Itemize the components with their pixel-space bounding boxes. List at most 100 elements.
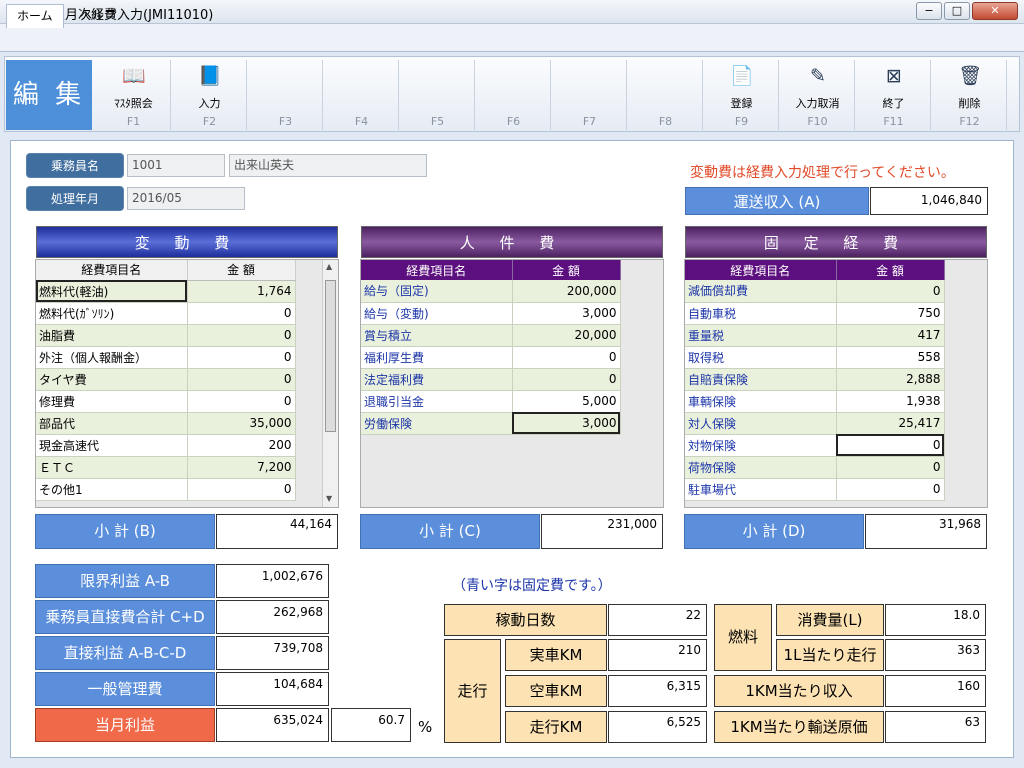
ribbon-button-f12[interactable]: 🗑 削除 F12 [932,60,1007,130]
expense-amount[interactable]: 3,000 [512,302,621,325]
per-liter-field[interactable]: 363 [885,639,986,671]
expense-amount[interactable]: 5,000 [512,390,621,413]
expense-amount[interactable]: 35,000 [187,412,296,435]
table-row[interactable]: 車輌保険 1,938 [685,390,945,413]
table-row[interactable]: 油脂費 0 [36,324,296,347]
table-row[interactable]: 取得税 558 [685,346,945,369]
direct-profit-field[interactable]: 739,708 [216,636,329,670]
tab-help[interactable]: ヘルプ [70,4,126,28]
driver-code-field[interactable]: 1001 [127,154,225,177]
table-row[interactable]: 修理費 0 [36,390,296,413]
period-label: 処理年月 [26,186,124,211]
revenue-per-km-field[interactable]: 160 [885,675,986,707]
expense-name: 燃料代(ｶﾞｿﾘﾝ) [36,302,188,325]
close-button[interactable]: ✕ [972,2,1018,20]
scroll-up-icon[interactable]: ▲ [326,262,332,271]
column-header-amount: 金 額 [836,260,945,280]
expense-amount[interactable]: 0 [187,302,296,325]
expense-amount[interactable]: 2,888 [836,368,945,391]
expense-amount[interactable]: 0 [836,434,945,457]
ribbon-button-f4[interactable]: F4 [324,60,399,130]
variable-scrollbar[interactable]: ▲ ▼ [322,260,338,507]
expense-amount[interactable]: 1,938 [836,390,945,413]
ribbon-button-f8[interactable]: F8 [628,60,703,130]
table-row[interactable]: 駐車場代 0 [685,478,945,501]
scroll-thumb[interactable] [325,280,336,432]
work-days-field[interactable]: 22 [608,604,707,636]
expense-amount[interactable]: 0 [187,324,296,347]
table-row[interactable]: 退職引当金 5,000 [361,390,621,413]
table-row[interactable]: 対物保険 0 [685,434,945,457]
expense-amount[interactable]: 0 [836,478,945,501]
revenue-field[interactable]: 1,046,840 [870,187,988,215]
table-row[interactable]: 重量税 417 [685,324,945,347]
ribbon-button-f10[interactable]: ✎ 入力取消 F10 [780,60,855,130]
table-row[interactable]: 自賠責保険 2,888 [685,368,945,391]
tab-home[interactable]: ホーム [6,4,64,28]
ribbon-button-f2[interactable]: 📘 入力 F2 [172,60,247,130]
expense-amount[interactable]: 0 [836,280,945,303]
table-row[interactable]: 自動車税 750 [685,302,945,325]
table-row[interactable]: 現金高速代 200 [36,434,296,457]
fixed-cost-note: （青い字は固定費です。） [452,578,612,594]
expense-amount[interactable]: 1,764 [187,280,296,303]
ribbon-button-f11[interactable]: ⊠ 終了 F11 [856,60,931,130]
total-km-field[interactable]: 6,525 [608,711,707,743]
expense-amount[interactable]: 25,417 [836,412,945,435]
cost-per-km-field[interactable]: 63 [885,711,986,743]
minimize-button[interactable]: − [916,2,942,20]
ribbon-button-f5[interactable]: F5 [400,60,475,130]
expense-amount[interactable]: 0 [187,478,296,501]
empty-km-field[interactable]: 6,315 [608,675,707,707]
ribbon-button-f1[interactable]: 📖 ﾏｽﾀ照会 F1 [96,60,171,130]
subtotal-d-field[interactable]: 31,968 [865,514,987,549]
subtotal-b-field[interactable]: 44,164 [216,514,338,549]
table-row[interactable]: 荷物保険 0 [685,456,945,479]
ribbon-button-f9[interactable]: 📄 登録 F9 [704,60,779,130]
table-row[interactable]: 労働保険 3,000 [361,412,621,435]
table-row[interactable]: 給与（固定) 200,000 [361,280,621,303]
direct-cost-field[interactable]: 262,968 [216,600,329,634]
profit-rate-field[interactable]: 60.7 [331,708,411,742]
expense-amount[interactable]: 3,000 [512,412,621,435]
expense-amount[interactable]: 0 [512,368,621,391]
table-row[interactable]: 燃料代(ｶﾞｿﾘﾝ) 0 [36,302,296,325]
scroll-down-icon[interactable]: ▼ [326,494,332,503]
expense-amount[interactable]: 0 [187,390,296,413]
period-field[interactable]: 2016/05 [127,187,245,210]
ribbon-button-f3[interactable]: F3 [248,60,323,130]
fuel-use-field[interactable]: 18.0 [885,604,986,636]
monthly-profit-field[interactable]: 635,024 [216,708,329,742]
expense-amount[interactable]: 200 [187,434,296,457]
table-row[interactable]: 賞与積立 20,000 [361,324,621,347]
table-row[interactable]: ＥＴＣ 7,200 [36,456,296,479]
actual-km-field[interactable]: 210 [608,639,707,671]
table-row[interactable]: その他1 0 [36,478,296,501]
table-row[interactable]: 対人保険 25,417 [685,412,945,435]
expense-amount[interactable]: 0 [187,368,296,391]
margin-field[interactable]: 1,002,676 [216,564,329,598]
direct-profit-label: 直接利益 A-B-C-D [35,636,215,670]
ribbon-button-f6[interactable]: F6 [476,60,551,130]
table-row[interactable]: 法定福利費 0 [361,368,621,391]
expense-amount[interactable]: 750 [836,302,945,325]
maximize-button[interactable]: □ [944,2,970,20]
expense-amount[interactable]: 417 [836,324,945,347]
table-row[interactable]: タイヤ費 0 [36,368,296,391]
expense-amount[interactable]: 0 [512,346,621,369]
admin-cost-field[interactable]: 104,684 [216,672,329,706]
table-row[interactable]: 給与（変動) 3,000 [361,302,621,325]
expense-amount[interactable]: 558 [836,346,945,369]
expense-amount[interactable]: 20,000 [512,324,621,347]
ribbon-button-f7[interactable]: F7 [552,60,627,130]
expense-amount[interactable]: 0 [836,456,945,479]
expense-amount[interactable]: 0 [187,346,296,369]
table-row[interactable]: 部品代 35,000 [36,412,296,435]
table-row[interactable]: 燃料代(軽油) 1,764 [36,280,296,303]
table-row[interactable]: 減価償却費 0 [685,280,945,303]
expense-amount[interactable]: 7,200 [187,456,296,479]
table-row[interactable]: 外注（個人報酬金） 0 [36,346,296,369]
table-row[interactable]: 福利厚生費 0 [361,346,621,369]
expense-amount[interactable]: 200,000 [512,280,621,303]
subtotal-c-field[interactable]: 231,000 [541,514,663,549]
